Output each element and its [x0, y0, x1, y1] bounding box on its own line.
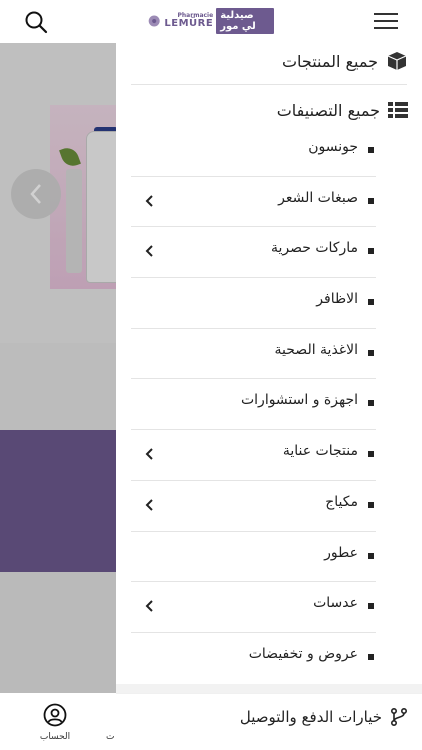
all-categories-heading[interactable]: جميع التصنيفات	[138, 95, 408, 125]
drawer-section-separator	[116, 684, 422, 693]
category-label: ماركات حصرية	[270, 240, 358, 257]
category-list: جونسون صبغات الشعر ماركات حصرية الاظافر …	[131, 126, 376, 684]
box-icon	[387, 52, 407, 70]
bottom-navigation: الحساب ت	[0, 693, 116, 750]
side-drawer: جميع المنتجات جميع التصنيفات جونسون صبغا…	[116, 43, 422, 693]
nav-account-button[interactable]: الحساب	[36, 703, 74, 742]
category-label: اجهزة و استشوارات	[240, 392, 358, 409]
category-label: صبغات الشعر	[278, 189, 358, 206]
chevron-left-icon[interactable]	[145, 194, 155, 207]
category-item[interactable]: عدسات	[131, 582, 376, 633]
category-label: منتجات عناية	[282, 443, 358, 460]
brand-logo[interactable]: Pharmacie LEMÜRE صيدلية لي مور	[148, 8, 274, 34]
category-item[interactable]: ماركات حصرية	[131, 227, 376, 279]
bullet-icon	[368, 299, 374, 306]
bullet-icon	[368, 451, 374, 458]
payment-delivery-label: خيارات الدفع والتوصيل	[239, 708, 382, 726]
drawer-divider	[131, 84, 407, 85]
bullet-icon	[368, 197, 374, 204]
all-categories-label: جميع التصنيفات	[276, 100, 380, 120]
category-item[interactable]: عطور	[131, 532, 376, 583]
category-item[interactable]: جونسون	[131, 126, 376, 177]
category-label: عروض و تخفيضات	[248, 645, 358, 662]
app-header: Pharmacie LEMÜRE صيدلية لي مور	[0, 0, 422, 43]
category-label: الاغذية الصحية	[274, 341, 358, 358]
menu-icon[interactable]	[374, 13, 398, 31]
user-circle-icon	[43, 703, 67, 727]
nav-account-label: الحساب	[39, 732, 71, 742]
category-label: عدسات	[313, 595, 358, 612]
bullet-icon	[368, 552, 374, 559]
payment-delivery-link[interactable]: خيارات الدفع والتوصيل	[116, 693, 422, 743]
logo-arabic-text: صيدلية لي مور	[216, 8, 274, 34]
bullet-icon	[368, 653, 374, 660]
all-products-link[interactable]: جميع المنتجات	[148, 46, 408, 76]
bullet-icon	[368, 248, 374, 255]
chevron-left-icon[interactable]	[145, 600, 155, 612]
category-label: مكياج	[325, 493, 358, 510]
logo-latin-text: Pharmacie LEMÜRE	[164, 13, 213, 29]
category-item[interactable]: منتجات عناية	[131, 430, 376, 481]
bullet-icon	[368, 147, 374, 153]
bullet-icon	[368, 400, 374, 407]
category-item[interactable]: عروض و تخفيضات	[131, 633, 376, 684]
chevron-left-icon[interactable]	[145, 499, 155, 511]
logo-flower-icon	[148, 15, 160, 27]
category-label: جونسون	[308, 139, 358, 155]
search-icon[interactable]	[24, 10, 48, 34]
category-item[interactable]: صبغات الشعر	[131, 177, 376, 228]
logo-big-text: LEMÜRE	[164, 18, 214, 29]
bullet-icon	[368, 603, 374, 610]
bullet-icon	[368, 349, 374, 356]
route-icon	[391, 708, 407, 726]
category-label: عطور	[324, 544, 358, 561]
all-products-label: جميع المنتجات	[281, 51, 378, 71]
chevron-left-icon[interactable]	[145, 245, 155, 258]
category-item[interactable]: اجهزة و استشوارات	[131, 379, 376, 431]
category-label: الاظافر	[316, 291, 358, 308]
chevron-left-icon[interactable]	[145, 448, 155, 460]
category-item[interactable]: مكياج	[131, 481, 376, 532]
list-icon	[388, 102, 408, 118]
bullet-icon	[368, 501, 374, 508]
nav-partial-label: ت	[106, 732, 115, 742]
category-item[interactable]: الاظافر	[131, 278, 376, 329]
category-item[interactable]: الاغذية الصحية	[131, 329, 376, 380]
